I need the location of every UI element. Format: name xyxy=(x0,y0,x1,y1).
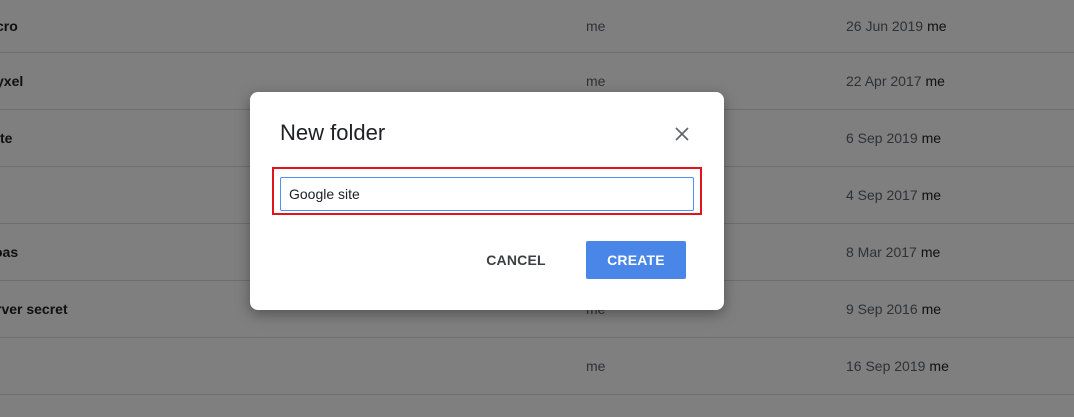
create-button[interactable]: CREATE xyxy=(586,241,686,279)
close-button[interactable] xyxy=(670,122,694,146)
new-folder-dialog: New folder CANCEL CREATE xyxy=(250,92,724,310)
close-icon xyxy=(675,127,689,141)
folder-name-input[interactable] xyxy=(280,177,694,211)
cancel-button[interactable]: CANCEL xyxy=(474,241,558,279)
dialog-title: New folder xyxy=(280,120,386,145)
